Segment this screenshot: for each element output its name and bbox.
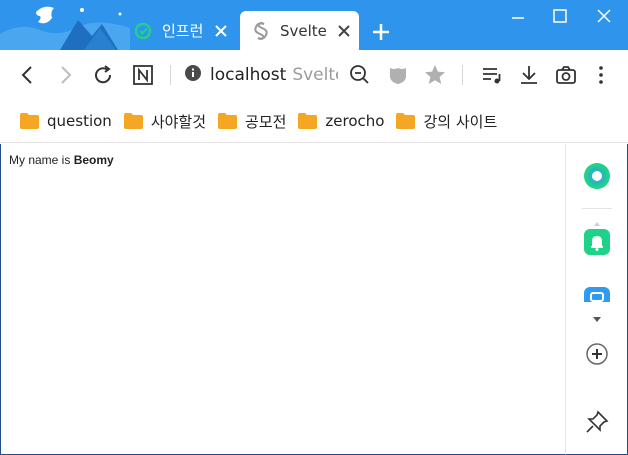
- forward-arrow-icon[interactable]: [53, 63, 77, 87]
- info-icon[interactable]: [184, 64, 202, 87]
- folder-icon: [396, 113, 416, 129]
- side-panel-divider: [582, 208, 612, 209]
- url-page-title: Svelte: [292, 65, 338, 85]
- bookmark-folder-lecture-sites[interactable]: 강의 사이트: [396, 111, 497, 132]
- whale-theme-decoration: [0, 6, 130, 50]
- address-toolbar: localhost Svelte: [0, 50, 628, 100]
- bookmark-folder-zerocho[interactable]: zerocho: [298, 112, 384, 130]
- maximize-icon[interactable]: [548, 6, 572, 26]
- close-window-icon[interactable]: [592, 6, 616, 26]
- close-tab-icon[interactable]: [335, 22, 353, 40]
- screenshot-camera-icon[interactable]: [554, 63, 578, 87]
- zoom-out-icon[interactable]: [348, 63, 372, 87]
- bookmark-label: 강의 사이트: [423, 112, 498, 131]
- side-panel: [565, 144, 628, 455]
- minimize-icon[interactable]: [506, 6, 530, 26]
- tab-svelte[interactable]: Svelte: [240, 11, 359, 50]
- bookmark-folder-to-buy[interactable]: 사야할것: [123, 111, 207, 132]
- bookmark-label: zerocho: [325, 112, 385, 130]
- inflearn-favicon-icon: [134, 22, 152, 40]
- folder-icon: [298, 113, 318, 129]
- scroll-up-icon[interactable]: [583, 214, 611, 226]
- url-host: localhost: [210, 65, 287, 85]
- bookmark-label: 공모전: [245, 112, 287, 131]
- greeting-prefix: My name is: [9, 153, 74, 167]
- bookmarks-bar: question 사야할것 공모전 zerocho 강의 사이트: [0, 100, 628, 143]
- back-arrow-icon[interactable]: [16, 63, 40, 87]
- tab-label: Svelte: [280, 21, 327, 40]
- close-tab-icon[interactable]: [212, 22, 230, 40]
- download-icon[interactable]: [517, 63, 541, 87]
- greeting-text: My name is Beomy: [9, 153, 114, 167]
- star-bookmark-icon[interactable]: [423, 63, 447, 87]
- pin-icon[interactable]: [583, 408, 611, 436]
- folder-icon: [218, 113, 238, 129]
- svelte-favicon-icon: [252, 21, 270, 40]
- more-menu-icon[interactable]: [589, 63, 613, 87]
- folder-icon: [20, 113, 39, 129]
- toolbar-divider: [462, 65, 463, 85]
- tab-inflearn[interactable]: 인프런: [128, 11, 236, 50]
- whale-green-app-icon[interactable]: [583, 162, 611, 190]
- playlist-icon[interactable]: [480, 63, 504, 87]
- bookmark-label: 사야할것: [150, 112, 207, 131]
- page-content: My name is Beomy: [0, 144, 565, 455]
- title-bar: 인프런 Svelte: [0, 0, 628, 50]
- add-app-icon[interactable]: [583, 340, 611, 368]
- bookmark-label: question: [47, 112, 112, 130]
- address-bar[interactable]: localhost Svelte: [184, 63, 338, 87]
- naver-home-icon[interactable]: [131, 63, 155, 87]
- toolbar-divider: [170, 65, 171, 85]
- reload-icon[interactable]: [91, 63, 115, 87]
- new-tab-icon[interactable]: [370, 21, 392, 43]
- greeting-name: Beomy: [73, 153, 114, 167]
- tab-label: 인프런: [162, 22, 204, 40]
- notification-bell-icon[interactable]: [583, 228, 611, 256]
- bookmark-folder-contest[interactable]: 공모전: [218, 111, 286, 132]
- bookmark-folder-question[interactable]: question: [20, 112, 112, 130]
- blue-app-icon[interactable]: [583, 286, 611, 302]
- shield-icon[interactable]: [386, 63, 410, 87]
- scroll-down-icon[interactable]: [583, 310, 611, 322]
- folder-icon: [123, 113, 143, 129]
